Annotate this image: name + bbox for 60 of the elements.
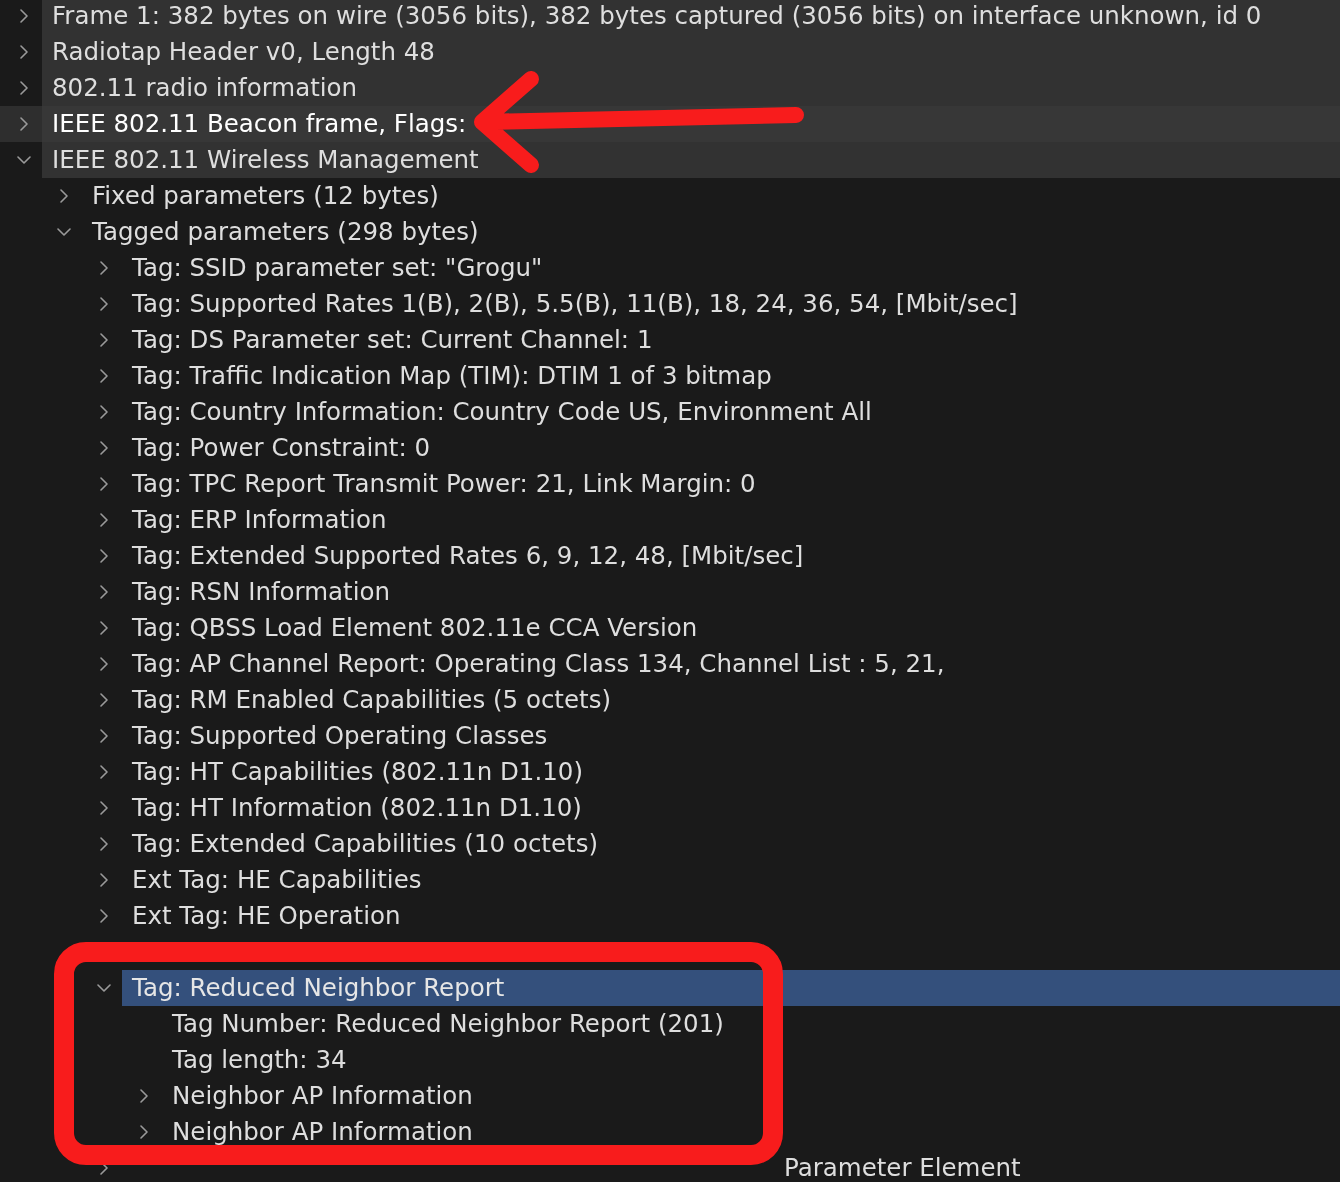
chevron-right-icon[interactable] [100, 837, 108, 851]
tree-item[interactable]: Tag: DS Parameter set: Current Channel: 1 [122, 322, 1340, 358]
tree-item[interactable]: Tag: QBSS Load Element 802.11e CCA Version [122, 610, 1340, 646]
tree-item[interactable]: Tag: Supported Operating Classes [122, 718, 1340, 754]
tree-item[interactable]: Tag: RSN Information [122, 574, 1340, 610]
chevron-right-icon[interactable] [100, 513, 108, 527]
tree-item[interactable]: Tag: HT Capabilities (802.11n D1.10) [122, 754, 1340, 790]
chevron-right-icon[interactable] [100, 549, 108, 563]
chevron-right-icon[interactable] [100, 621, 108, 635]
chevron-down-icon[interactable] [17, 156, 31, 164]
tree-item[interactable]: Tag: Power Constraint: 0 [122, 430, 1340, 466]
tree-item[interactable]: Neighbor AP Information [162, 1114, 1340, 1150]
chevron-right-icon[interactable] [100, 801, 108, 815]
chevron-down-icon[interactable] [57, 228, 71, 236]
chevron-right-icon[interactable] [100, 585, 108, 599]
chevron-down-icon[interactable] [97, 984, 111, 992]
chevron-right-icon[interactable] [100, 873, 108, 887]
tree-item[interactable]: Frame 1: 382 bytes on wire (3056 bits), 382 bytes captured (3056 bits) on interface unknown, id 0 [42, 0, 1340, 34]
tree-item[interactable]: Tag: Extended Capabilities (10 octets) [122, 826, 1340, 862]
chevron-right-icon[interactable] [100, 261, 108, 275]
tree-item[interactable]: Tag: HT Information (802.11n D1.10) [122, 790, 1340, 826]
chevron-right-icon[interactable] [140, 1089, 148, 1103]
chevron-right-icon[interactable] [100, 477, 108, 491]
chevron-right-icon[interactable] [100, 909, 108, 923]
chevron-right-icon[interactable] [100, 657, 108, 671]
chevron-right-icon[interactable] [20, 9, 28, 23]
tree-item[interactable]: Tag Number: Reduced Neighbor Report (201) [162, 1006, 1340, 1042]
tree-item[interactable]: Tagged parameters (298 bytes) [82, 214, 1340, 250]
chevron-right-icon[interactable] [100, 765, 108, 779]
tree-item[interactable]: Ext Tag: HE Operation [122, 898, 1340, 934]
chevron-right-icon[interactable] [60, 189, 68, 203]
chevron-right-icon[interactable] [100, 297, 108, 311]
tree-item[interactable]: 802.11 radio information [42, 70, 1340, 106]
tree-item[interactable]: Ext Tag: HE Capabilities [122, 862, 1340, 898]
chevron-right-icon[interactable] [100, 369, 108, 383]
tree-item[interactable]: IEEE 802.11 Wireless Management [42, 142, 1340, 178]
chevron-right-icon[interactable] [100, 405, 108, 419]
tree-item[interactable]: Tag: TPC Report Transmit Power: 21, Link Margin: 0 [122, 466, 1340, 502]
tree-item[interactable]: Fixed parameters (12 bytes) [82, 178, 1340, 214]
tree-item[interactable]: Tag: Country Information: Country Code US, Environment All [122, 394, 1340, 430]
tree-item[interactable]: Tag: RM Enabled Capabilities (5 octets) [122, 682, 1340, 718]
chevron-right-icon[interactable] [20, 117, 28, 131]
tree-item[interactable]: Parameter Element [784, 1150, 1340, 1182]
tree-item[interactable]: Neighbor AP Information [162, 1078, 1340, 1114]
chevron-right-icon[interactable] [100, 693, 108, 707]
tree-item[interactable]: Tag: AP Channel Report: Operating Class 134, Channel List : 5, 21, [122, 646, 1340, 682]
tree-item[interactable]: Tag: SSID parameter set: "Grogu" [122, 250, 1340, 286]
chevron-right-icon[interactable] [100, 333, 108, 347]
tree-item[interactable]: Tag: Reduced Neighbor Report [122, 970, 1340, 1006]
chevron-right-icon[interactable] [20, 81, 28, 95]
chevron-right-icon[interactable] [140, 1125, 148, 1139]
tree-item[interactable]: Tag: Supported Rates 1(B), 2(B), 5.5(B), 11(B), 18, 24, 36, 54, [Mbit/sec] [122, 286, 1340, 322]
tree-item[interactable]: Tag: Extended Supported Rates 6, 9, 12, 48, [Mbit/sec] [122, 538, 1340, 574]
chevron-right-icon[interactable] [100, 441, 108, 455]
tree-item[interactable]: Tag: Traffic Indication Map (TIM): DTIM 1 of 3 bitmap [122, 358, 1340, 394]
tree-item[interactable]: Tag: ERP Information [122, 502, 1340, 538]
chevron-right-icon[interactable] [100, 729, 108, 743]
tree-item[interactable]: Radiotap Header v0, Length 48 [42, 34, 1340, 70]
chevron-right-icon[interactable] [20, 45, 28, 59]
tree-item[interactable]: Tag length: 34 [162, 1042, 1340, 1078]
